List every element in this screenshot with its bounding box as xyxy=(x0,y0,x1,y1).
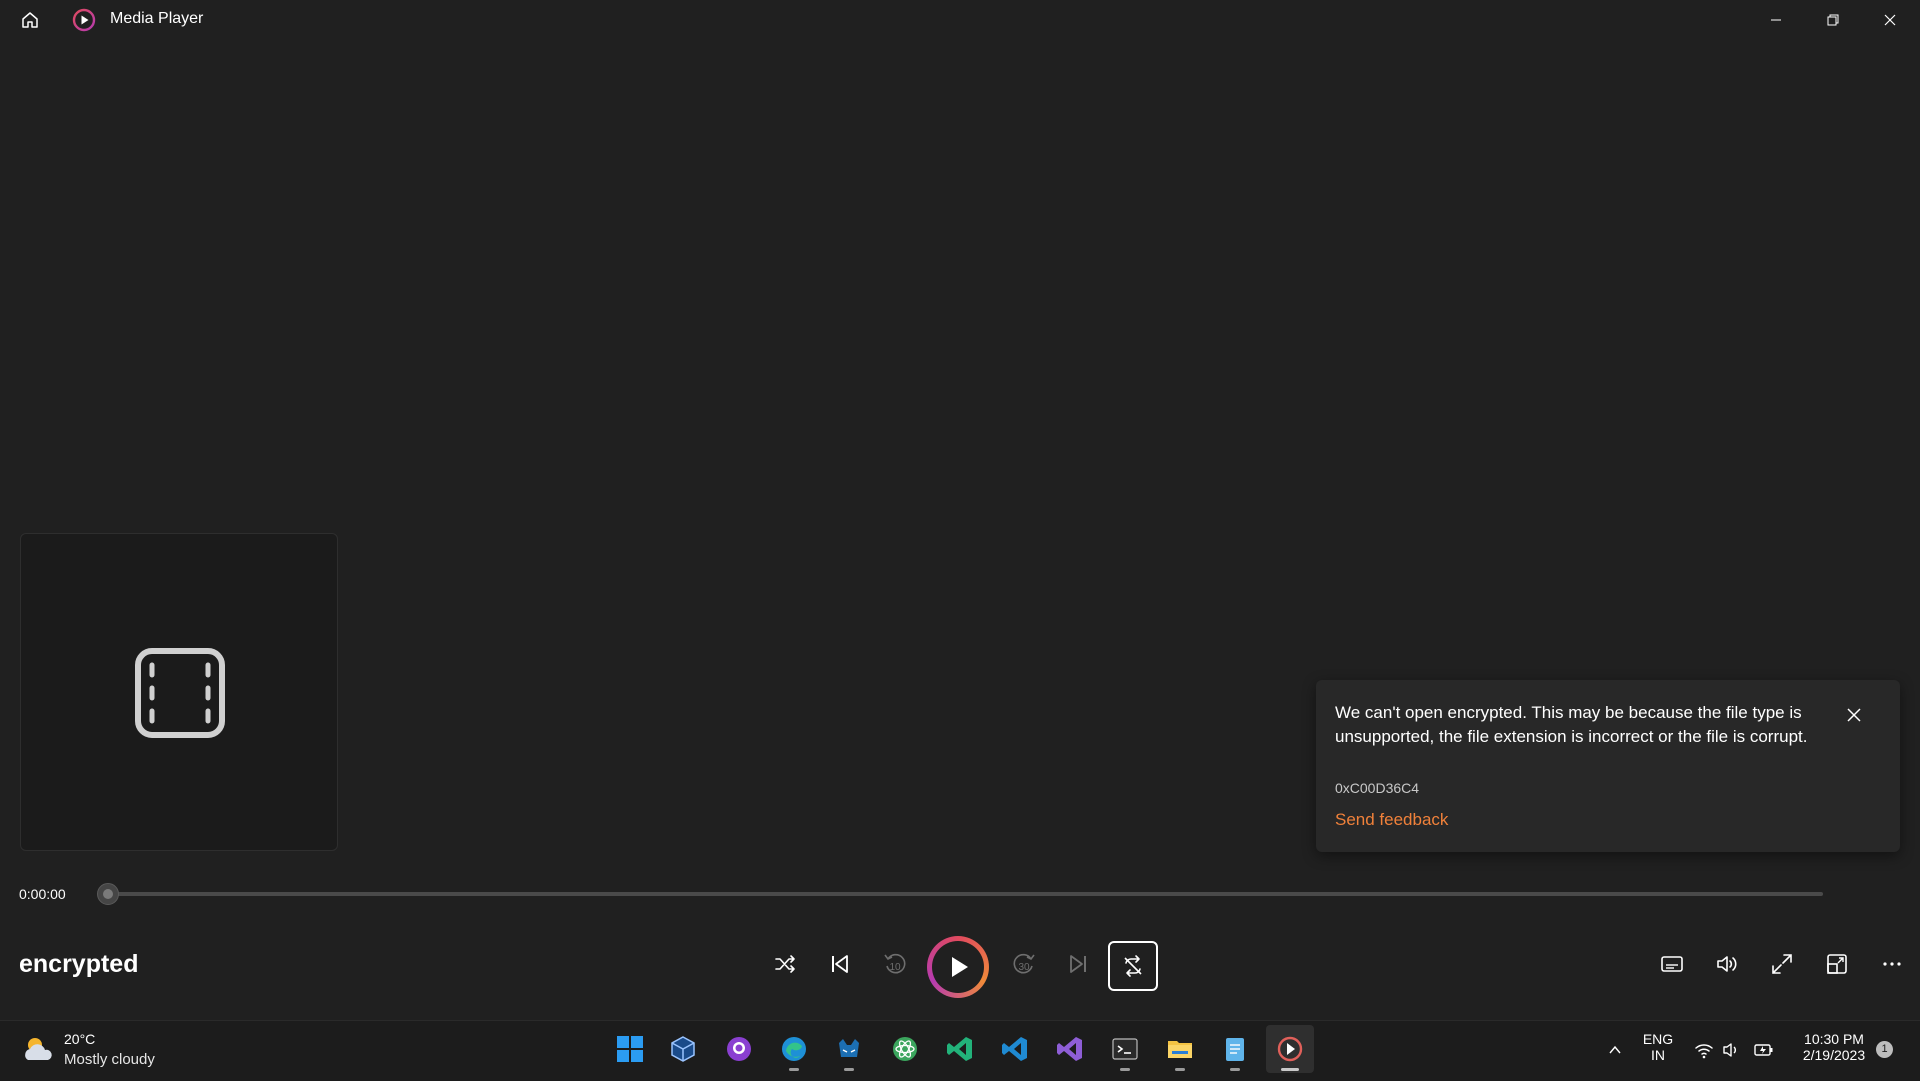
taskbar-app-github-desktop[interactable] xyxy=(715,1025,763,1073)
more-icon xyxy=(1883,962,1901,966)
more-options-button[interactable] xyxy=(1868,940,1916,988)
clock[interactable]: 10:30 PM 2/19/2023 xyxy=(1786,1031,1882,1063)
repeat-button[interactable] xyxy=(1108,941,1158,991)
mini-player-button[interactable] xyxy=(1813,940,1861,988)
play-icon xyxy=(952,957,968,977)
chevron-up-icon xyxy=(1609,1045,1621,1054)
folder-icon xyxy=(1168,1041,1192,1058)
taskbar-app-virtualbox[interactable] xyxy=(659,1025,707,1073)
taskbar-app-file-explorer[interactable] xyxy=(1156,1025,1204,1073)
svg-text:10: 10 xyxy=(889,962,901,973)
terminal-icon xyxy=(1112,1038,1138,1060)
cube-icon xyxy=(671,1036,695,1062)
battery-status[interactable] xyxy=(1752,1038,1776,1062)
play-button[interactable] xyxy=(927,936,989,998)
minimize-button[interactable] xyxy=(1748,0,1804,40)
skip-next-icon xyxy=(1070,955,1086,973)
skip-forward-button[interactable]: 30 xyxy=(1000,940,1048,988)
language-indicator[interactable]: ENG IN xyxy=(1637,1031,1679,1063)
seek-bar[interactable] xyxy=(108,892,1823,896)
weather-condition[interactable]: Mostly cloudy xyxy=(64,1051,155,1068)
close-icon xyxy=(1884,14,1896,26)
send-feedback-link[interactable]: Send feedback xyxy=(1335,810,1448,830)
clock-time: 10:30 PM xyxy=(1804,1031,1864,1047)
clock-date: 2/19/2023 xyxy=(1802,1047,1866,1063)
error-notification: We can't open encrypted. This may be bec… xyxy=(1316,680,1900,852)
taskbar-app-atom[interactable] xyxy=(881,1025,929,1073)
cat-icon xyxy=(839,1039,859,1057)
vs-icon xyxy=(1057,1037,1082,1061)
taskbar-app-visual-studio[interactable] xyxy=(1046,1025,1094,1073)
wifi-status[interactable] xyxy=(1692,1038,1716,1062)
taskbar-app-terminal-alt[interactable] xyxy=(825,1025,873,1073)
notification-count-badge[interactable]: 1 xyxy=(1876,1041,1893,1058)
taskbar-app-vscode-insiders[interactable] xyxy=(936,1025,984,1073)
github-icon xyxy=(727,1037,751,1061)
restore-button[interactable] xyxy=(1805,0,1861,40)
minimize-icon xyxy=(1771,19,1781,21)
weather-cloudy-icon[interactable] xyxy=(20,1032,56,1068)
media-player-icon xyxy=(1277,1036,1303,1062)
repeat-off-icon xyxy=(1124,955,1142,977)
taskbar-app-notepad[interactable] xyxy=(1211,1025,1259,1073)
error-code: 0xC00D36C4 xyxy=(1335,780,1420,796)
taskbar-app-terminal[interactable] xyxy=(1101,1025,1149,1073)
film-icon xyxy=(134,647,226,739)
vscode-icon xyxy=(1002,1037,1027,1061)
home-icon xyxy=(22,12,38,28)
close-window-button[interactable] xyxy=(1862,0,1918,40)
taskbar-app-edge[interactable] xyxy=(770,1025,818,1073)
shuffle-button[interactable] xyxy=(761,940,809,988)
language-code: ENG xyxy=(1642,1031,1674,1047)
next-button[interactable] xyxy=(1054,940,1102,988)
taskbar-app-media-player[interactable] xyxy=(1266,1025,1314,1073)
vscode-icon xyxy=(947,1037,972,1061)
svg-text:30: 30 xyxy=(1018,962,1030,973)
forward-30-icon: 30 xyxy=(1013,953,1035,974)
weather-temperature[interactable]: 20°C xyxy=(64,1031,95,1047)
window-title: Media Player xyxy=(110,10,204,27)
media-title: encrypted xyxy=(19,950,139,978)
previous-button[interactable] xyxy=(816,940,864,988)
close-icon xyxy=(1847,708,1861,722)
show-hidden-icons-button[interactable] xyxy=(1603,1038,1627,1062)
media-player-logo-icon xyxy=(72,8,96,32)
title-bar xyxy=(0,0,1920,40)
skip-back-button[interactable]: 10 xyxy=(871,940,919,988)
restore-icon xyxy=(1827,14,1839,26)
dismiss-notification-button[interactable] xyxy=(1840,701,1868,729)
mini-player-icon xyxy=(1827,954,1847,974)
notepad-icon xyxy=(1226,1038,1244,1061)
volume-status[interactable] xyxy=(1720,1038,1744,1062)
media-thumbnail xyxy=(20,533,338,851)
seek-handle[interactable] xyxy=(97,883,119,905)
volume-icon xyxy=(1717,956,1737,972)
atom-icon xyxy=(893,1037,917,1061)
windows-logo-icon xyxy=(617,1036,643,1062)
error-message: We can't open encrypted. This may be bec… xyxy=(1335,703,1808,746)
rewind-10-icon: 10 xyxy=(884,953,906,974)
volume-button[interactable] xyxy=(1703,940,1751,988)
language-region: IN xyxy=(1651,1047,1665,1063)
shuffle-icon xyxy=(775,955,795,973)
home-button[interactable] xyxy=(10,0,50,40)
taskbar-app-vscode[interactable] xyxy=(991,1025,1039,1073)
edge-icon xyxy=(782,1037,806,1061)
speaker-icon xyxy=(1723,1043,1736,1057)
captions-icon xyxy=(1661,956,1683,972)
skip-previous-icon xyxy=(832,955,848,973)
wifi-icon xyxy=(1695,1044,1713,1059)
battery-charging-icon xyxy=(1754,1044,1773,1056)
taskbar-start-button[interactable] xyxy=(606,1025,654,1073)
expand-icon xyxy=(1772,954,1792,974)
fullscreen-button[interactable] xyxy=(1758,940,1806,988)
captions-button[interactable] xyxy=(1648,940,1696,988)
elapsed-time: 0:00:00 xyxy=(19,886,66,902)
